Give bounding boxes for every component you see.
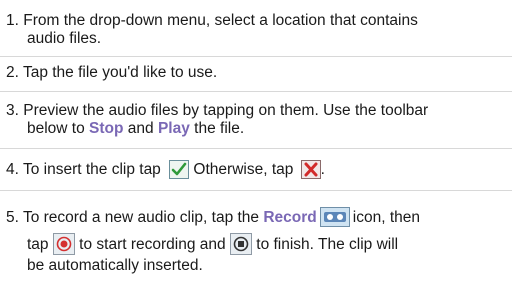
stop-record-icon <box>229 233 252 255</box>
record-audio-icon <box>319 207 350 227</box>
step-4-text-c: . <box>320 161 325 178</box>
divider <box>0 190 512 191</box>
divider <box>0 91 512 92</box>
checkmark-icon <box>169 160 190 179</box>
step-1-line-2: audio files. <box>27 30 102 47</box>
divider <box>0 56 512 57</box>
step-5-text-b: icon, then <box>352 209 420 226</box>
start-record-icon <box>52 233 75 255</box>
step-3-line-2: below to Stop and Play the file. <box>27 120 244 138</box>
step-4-line-1: 4. To insert the clip tap Otherwise, tap… <box>6 160 325 179</box>
divider <box>0 148 512 149</box>
step-5-line-3: be automatically inserted. <box>27 257 203 274</box>
record-keyword: Record <box>263 209 317 226</box>
step-5-text-c: tap <box>27 236 53 253</box>
step-3-text-b: and <box>123 120 158 137</box>
stop-keyword: Stop <box>89 120 124 137</box>
step-5-text-d: to start recording and <box>74 236 230 253</box>
instructions: 1. From the drop-down menu, select a loc… <box>0 0 512 283</box>
step-5-line-1: 5. To record a new audio clip, tap the R… <box>6 207 420 227</box>
play-keyword: Play <box>157 120 190 137</box>
step-3-line-1: 3. Preview the audio files by tapping on… <box>6 102 429 119</box>
step-2-line-1: 2. Tap the file you'd like to use. <box>6 64 218 81</box>
step-3-text-c: the file. <box>189 120 245 137</box>
step-5-text-a: 5. To record a new audio clip, tap the <box>6 209 264 226</box>
step-5-text-e: to finish. The clip will <box>251 236 399 253</box>
step-4-text-a: 4. To insert the clip tap <box>6 161 166 178</box>
step-5-line-2: tap to start recording and to finish. Th… <box>27 233 398 255</box>
cancel-x-icon <box>300 160 321 179</box>
step-1-line-1: 1. From the drop-down menu, select a loc… <box>6 12 418 29</box>
step-3-text-a: below to <box>27 120 90 137</box>
step-4-text-b: Otherwise, tap <box>189 161 298 178</box>
